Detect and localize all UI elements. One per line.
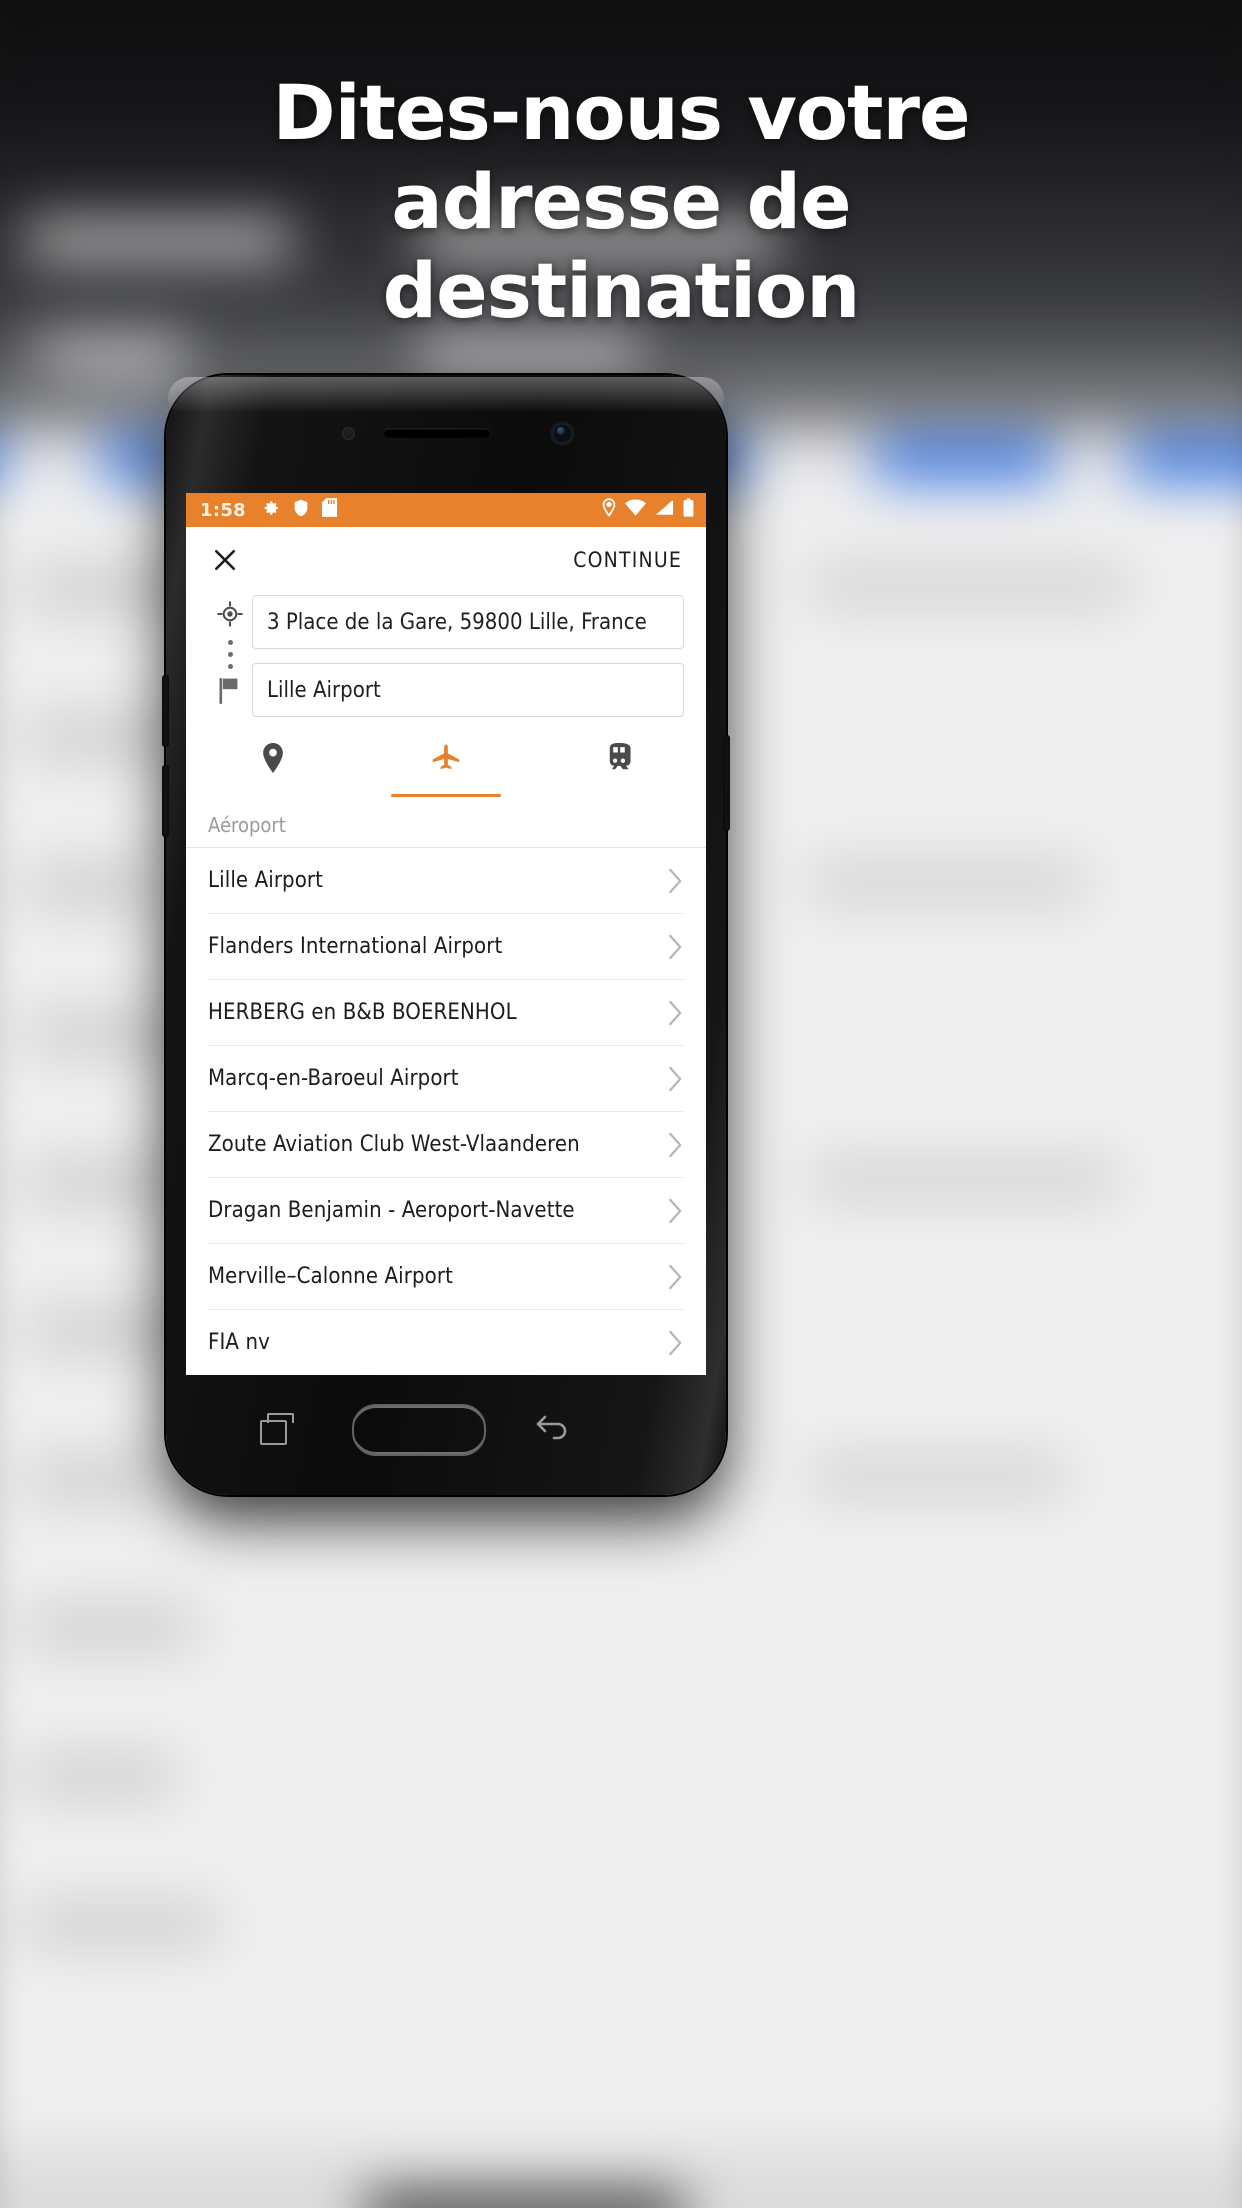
status-bar-clock: 1:58 (200, 499, 246, 521)
train-icon (606, 743, 632, 778)
list-item[interactable]: HERBERG en B&B BOERENHOL (208, 980, 684, 1046)
list-item-label: Zoute Aviation Club West-Vlaanderen (208, 1132, 580, 1157)
headline-line-3: destination (382, 246, 861, 335)
back-icon[interactable] (534, 1411, 570, 1445)
list-item[interactable]: Flanders International Airport (208, 914, 684, 980)
home-icon[interactable] (352, 1404, 486, 1456)
chevron-right-icon (667, 1131, 684, 1159)
chevron-right-icon (667, 999, 684, 1027)
list-item[interactable]: FIA nv (208, 1310, 684, 1375)
chevron-right-icon (667, 867, 684, 895)
sd-card-icon (321, 498, 337, 522)
volume-down-button[interactable] (162, 765, 169, 837)
airplane-icon (431, 743, 461, 778)
chevron-right-icon (667, 933, 684, 961)
tab-stations[interactable] (533, 735, 706, 797)
chevron-right-icon (667, 1263, 684, 1291)
list-item-label: Merville–Calonne Airport (208, 1264, 453, 1289)
phone-bottom-bezel (166, 1373, 726, 1495)
gps-target-icon (217, 601, 243, 632)
volume-up-button[interactable] (162, 675, 169, 747)
list-item[interactable]: Lille Airport (208, 848, 684, 914)
list-item-label: Marcq-en-Baroeul Airport (208, 1066, 459, 1091)
results-section-label: Aéroport (208, 813, 286, 837)
recents-icon[interactable] (260, 1413, 294, 1445)
phone-top-bezel (166, 375, 726, 493)
front-camera-icon (552, 423, 573, 444)
chevron-right-icon (667, 1329, 684, 1357)
list-item[interactable]: Merville–Calonne Airport (208, 1244, 684, 1310)
headline-line-2: adresse de (391, 157, 851, 246)
app-bar: CONTINUE (186, 527, 706, 593)
list-item[interactable]: Zoute Aviation Club West-Vlaanderen (208, 1112, 684, 1178)
flag-icon (218, 677, 242, 710)
power-button[interactable] (723, 735, 730, 831)
category-tabs (186, 735, 706, 797)
close-icon[interactable] (210, 545, 240, 575)
route-dots-icon (227, 640, 233, 669)
map-pin-icon (260, 743, 286, 778)
phone-screen: 1:58 CONTINUE 3 Place de la Gare, 59800 … (186, 493, 706, 1375)
proximity-sensor-icon (342, 427, 355, 440)
results-list: Lille Airport Flanders International Airp… (186, 847, 706, 1375)
list-item-label: FIA nv (208, 1330, 270, 1355)
list-item-label: Dragan Benjamin - Aeroport-Navette (208, 1198, 575, 1223)
signal-icon (655, 499, 674, 521)
chevron-right-icon (667, 1197, 684, 1225)
address-fields: 3 Place de la Gare, 59800 Lille, France … (186, 593, 706, 717)
tab-airports[interactable] (359, 735, 532, 797)
continue-button[interactable]: CONTINUE (573, 548, 682, 572)
android-nav-bar (166, 1373, 726, 1483)
list-item-label: Lille Airport (208, 868, 324, 893)
destination-input[interactable]: Lille Airport (252, 663, 684, 717)
list-item[interactable]: Marcq-en-Baroeul Airport (208, 1046, 684, 1112)
battery-icon (683, 498, 694, 522)
tab-places[interactable] (186, 735, 359, 797)
chevron-right-icon (667, 1065, 684, 1093)
status-bar: 1:58 (186, 493, 706, 527)
headline-line-1: Dites-nous votre (272, 68, 970, 157)
shield-icon (293, 499, 309, 522)
list-item-label: HERBERG en B&B BOERENHOL (208, 1000, 517, 1025)
wifi-icon (625, 499, 646, 521)
active-tab-indicator (390, 794, 502, 797)
earpiece-speaker (383, 428, 491, 438)
poster-headline: Dites-nous votre adresse de destination (0, 68, 1242, 335)
list-item[interactable]: Dragan Benjamin - Aeroport-Navette (208, 1178, 684, 1244)
gear-icon (262, 499, 280, 522)
phone-mockup: 1:58 CONTINUE 3 Place de la Gare, 59800 … (162, 375, 730, 1495)
origin-input[interactable]: 3 Place de la Gare, 59800 Lille, France (252, 595, 684, 649)
route-gutter (208, 595, 252, 717)
location-pin-icon (602, 498, 616, 522)
list-item-label: Flanders International Airport (208, 934, 503, 959)
